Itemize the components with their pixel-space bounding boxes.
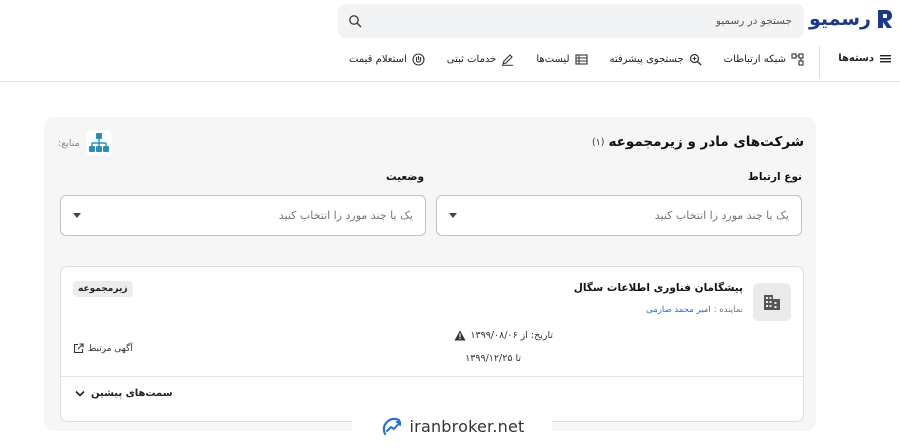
caret-down-icon (449, 213, 457, 218)
relation-type-label: نوع ارتباط (747, 171, 802, 183)
pen-icon (502, 54, 514, 66)
search-input[interactable] (412, 15, 792, 27)
watermark-logo-icon (382, 417, 401, 435)
date-from: تاریخ: از ۱۳۹۹/۰۸/۰۶ (454, 330, 553, 341)
company-card: پیشگامان فناوری اطلاعات سگال نماینده : ا… (60, 266, 804, 422)
external-link-icon (73, 343, 84, 354)
sources-label: منابع: (58, 137, 80, 149)
panel-count: (۱) (591, 136, 605, 148)
list-icon (574, 54, 588, 65)
status-label: وضعیت (385, 171, 424, 183)
previous-positions-label: سمت‌های پیشین (91, 388, 173, 399)
relation-type-select[interactable]: یک یا چند مورد را انتخاب کنید (436, 195, 802, 236)
nav-item-price-inquiry[interactable]: استعلام قیمت (349, 53, 425, 66)
building-icon (764, 295, 780, 310)
search-icon[interactable] (348, 14, 362, 28)
nav-item-network[interactable]: شبکه ارتباطات (724, 53, 804, 66)
price-icon (412, 53, 425, 66)
previous-positions-toggle[interactable]: سمت‌های پیشین (75, 388, 173, 399)
chevron-down-icon (75, 390, 85, 397)
hamburger-icon (880, 55, 891, 63)
logo[interactable]: رسمیو (809, 8, 894, 30)
representative: نماینده : امیر محمد صارمی (646, 305, 743, 315)
related-ad-label: آگهی مرتبط (88, 343, 133, 354)
rep-label: نماینده : (713, 305, 743, 315)
status-placeholder: یک یا چند مورد را انتخاب کنید (278, 209, 413, 222)
watermark-text: iranbroker.net (409, 417, 525, 436)
nav-item-label: لیست‌ها (536, 54, 570, 65)
watermark: iranbroker.net (352, 405, 552, 448)
categories-label: دسته‌ها (838, 53, 874, 64)
warning-icon (454, 330, 466, 341)
date-to: تا ۱۳۹۹/۱۲/۲۵ (465, 353, 521, 364)
categories-menu-button[interactable]: دسته‌ها (838, 52, 892, 65)
nav-item-registration-services[interactable]: خدمات ثبتی (447, 53, 515, 66)
sources: منابع: (58, 130, 112, 156)
rep-name-link[interactable]: امیر محمد صارمی (646, 305, 711, 315)
network-icon (791, 53, 804, 66)
parent-subsidiary-panel: شرکت‌های مادر و زیرمجموعه (۱) منابع: نوع… (44, 117, 816, 431)
search-plus-icon (689, 53, 702, 66)
nav-item-label: جستجوی پیشرفته (609, 54, 684, 65)
relation-badge: زیرمجموعه (73, 281, 133, 297)
nav-item-label: شبکه ارتباطات (723, 54, 786, 65)
panel-title: شرکت‌های مادر و زیرمجموعه (۱) (592, 134, 804, 150)
company-name-link[interactable]: پیشگامان فناوری اطلاعات سگال (574, 282, 743, 294)
relation-type-placeholder: یک یا چند مورد را انتخاب کنید (654, 209, 789, 222)
nav-item-advanced-search[interactable]: جستجوی پیشرفته (610, 53, 702, 66)
logo-icon (878, 10, 892, 28)
caret-down-icon (73, 213, 81, 218)
org-chart-icon[interactable] (85, 130, 112, 156)
nav-item-lists[interactable]: لیست‌ها (536, 53, 588, 66)
logo-text: رسمیو (808, 8, 872, 30)
main-nav: دسته‌ها شبکه ارتباطات جستجوی پیشرفته (0, 44, 900, 82)
status-select[interactable]: یک یا چند مورد را انتخاب کنید (60, 195, 426, 236)
company-avatar (753, 283, 791, 321)
nav-divider (819, 46, 820, 78)
search-bar[interactable] (338, 4, 804, 38)
date-from-text: تاریخ: از ۱۳۹۹/۰۸/۰۶ (470, 330, 553, 341)
nav-item-label: استعلام قیمت (349, 54, 407, 65)
card-divider (61, 376, 803, 377)
nav-item-label: خدمات ثبتی (446, 54, 497, 65)
panel-title-text: شرکت‌های مادر و زیرمجموعه (608, 134, 805, 150)
related-ad-link[interactable]: آگهی مرتبط (73, 343, 133, 354)
